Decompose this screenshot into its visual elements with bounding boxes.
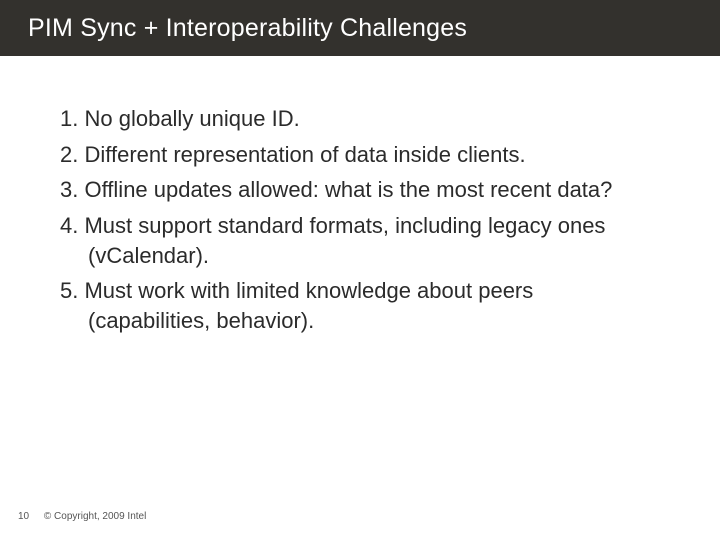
slide-footer: 10 © Copyright, 2009 Intel [18,511,146,522]
list-item: Must work with limited knowledge about p… [60,276,660,335]
page-number: 10 [18,511,29,522]
title-bar: PIM Sync + Interoperability Challenges [0,0,720,56]
list-item: Different representation of data inside … [60,140,660,170]
list-item: No globally unique ID. [60,104,660,134]
copyright-text: © Copyright, 2009 Intel [44,511,146,522]
points-list: No globally unique ID. Different represe… [60,104,660,336]
list-item: Offline updates allowed: what is the mos… [60,175,660,205]
slide-body: No globally unique ID. Different represe… [0,56,720,336]
slide: PIM Sync + Interoperability Challenges N… [0,0,720,540]
list-item: Must support standard formats, including… [60,211,660,270]
slide-title: PIM Sync + Interoperability Challenges [28,14,467,43]
